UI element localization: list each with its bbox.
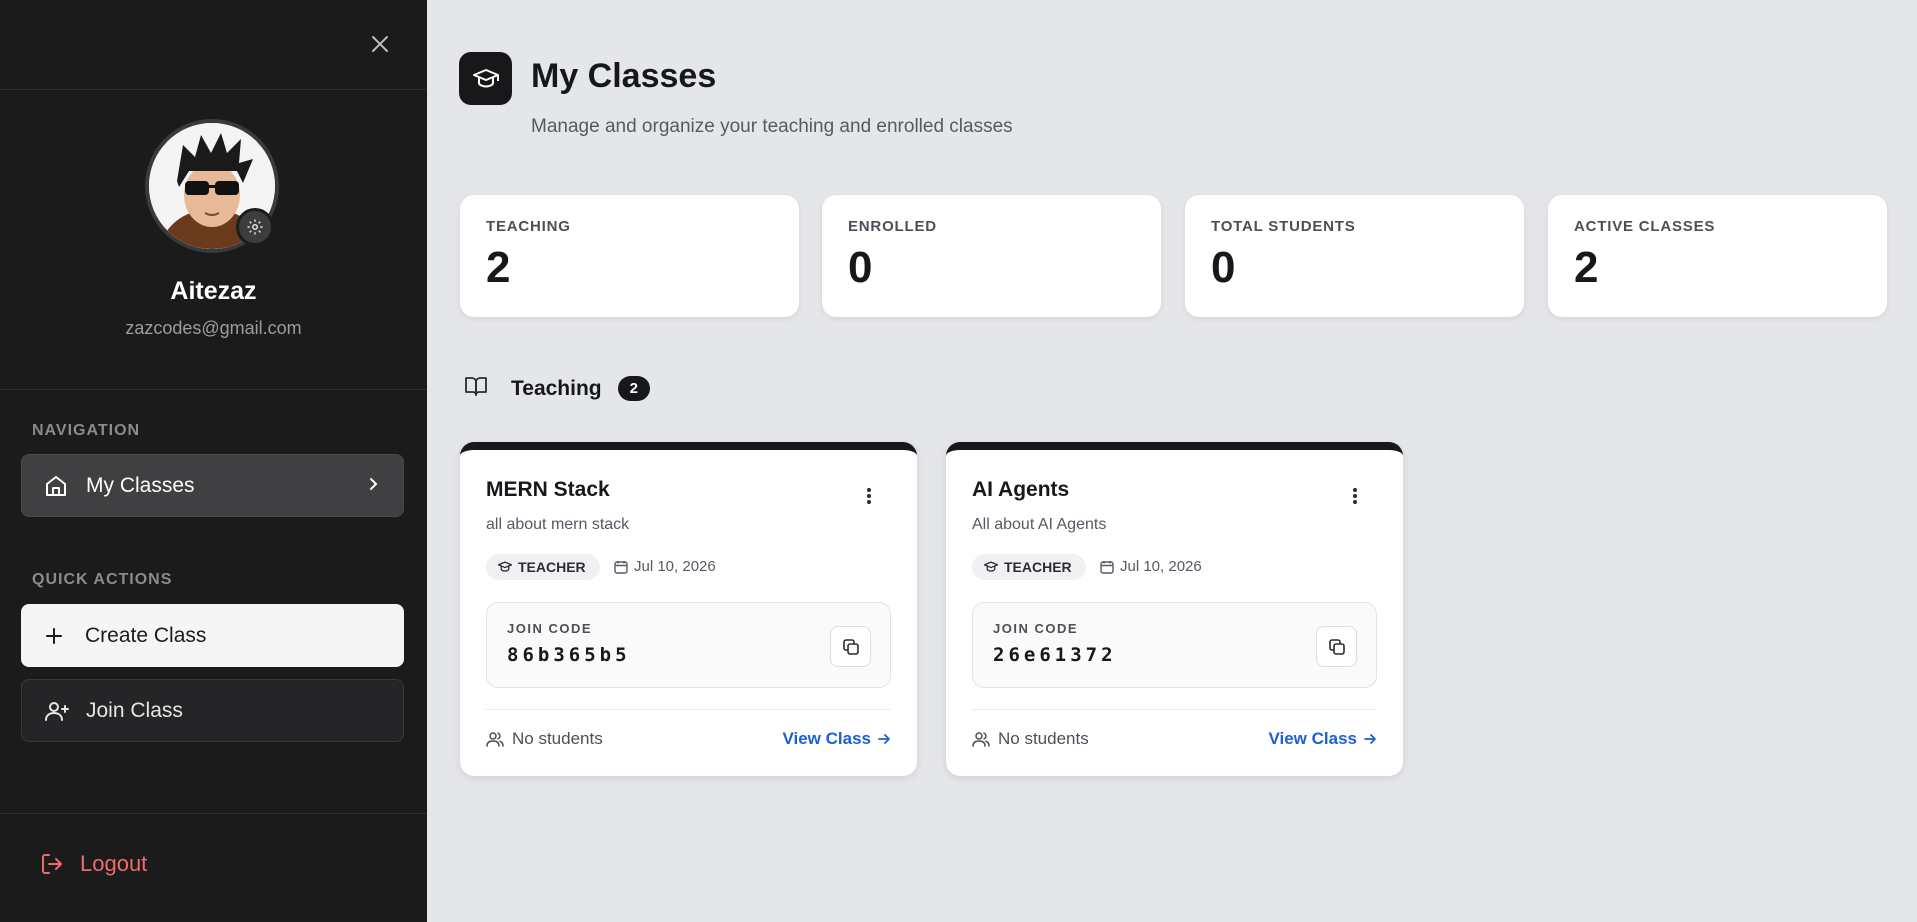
stat-value: 0 bbox=[1211, 243, 1236, 292]
students-label: No students bbox=[512, 729, 603, 748]
arrow-right-icon bbox=[1363, 732, 1377, 746]
sidebar-divider bbox=[0, 813, 427, 814]
close-sidebar-button[interactable] bbox=[364, 28, 396, 60]
date-label: Jul 10, 2026 bbox=[634, 558, 716, 575]
calendar-icon bbox=[614, 560, 628, 574]
sidebar-item-my-classes[interactable]: My Classes bbox=[21, 454, 404, 517]
arrow-right-icon bbox=[877, 732, 891, 746]
join-code-value: 86b365b5 bbox=[507, 644, 631, 666]
copy-icon bbox=[842, 638, 859, 655]
avatar-settings-button[interactable] bbox=[236, 208, 274, 246]
view-class-label: View Class bbox=[1268, 729, 1357, 748]
page-subtitle: Manage and organize your teaching and en… bbox=[531, 116, 1013, 137]
join-code-box: JOIN CODE 86b365b5 bbox=[486, 602, 891, 688]
copy-icon bbox=[1328, 638, 1345, 655]
home-icon bbox=[44, 473, 70, 499]
stat-value: 2 bbox=[1574, 243, 1599, 292]
users-icon bbox=[972, 731, 990, 747]
plus-icon bbox=[43, 623, 69, 649]
gear-icon bbox=[247, 219, 263, 235]
logout-icon bbox=[40, 852, 64, 876]
class-title: AI Agents bbox=[972, 478, 1070, 501]
role-label: TEACHER bbox=[1004, 559, 1072, 575]
view-class-label: View Class bbox=[782, 729, 871, 748]
class-description: All about AI Agents bbox=[972, 516, 1107, 533]
navigation-heading: NAVIGATION bbox=[32, 422, 141, 439]
copy-code-button[interactable] bbox=[830, 626, 871, 667]
stat-value: 0 bbox=[848, 243, 873, 292]
join-code-value: 26e61372 bbox=[993, 644, 1117, 666]
user-name: Aitezaz bbox=[170, 277, 257, 305]
sidebar: Aitezaz zazcodes@gmail.com NAVIGATION My… bbox=[0, 0, 427, 922]
page-title: My Classes bbox=[531, 57, 717, 95]
card-divider bbox=[972, 709, 1377, 710]
class-date: Jul 10, 2026 bbox=[614, 558, 716, 575]
graduation-cap-icon bbox=[984, 561, 998, 573]
more-vertical-icon bbox=[867, 488, 871, 504]
student-count: No students bbox=[486, 729, 603, 749]
stat-label: TEACHING bbox=[486, 218, 571, 235]
role-label: TEACHER bbox=[518, 559, 586, 575]
more-vertical-icon bbox=[1353, 488, 1357, 504]
logout-label: Logout bbox=[80, 851, 148, 876]
stat-card-enrolled: ENROLLED 0 bbox=[822, 195, 1161, 317]
role-badge: TEACHER bbox=[972, 554, 1086, 580]
join-class-label: Join Class bbox=[86, 698, 183, 722]
sidebar-divider bbox=[0, 389, 427, 390]
card-divider bbox=[486, 709, 891, 710]
class-date: Jul 10, 2026 bbox=[1100, 558, 1202, 575]
graduation-cap-icon bbox=[459, 52, 512, 105]
logout-button[interactable]: Logout bbox=[40, 851, 147, 877]
stat-card-total-students: TOTAL STUDENTS 0 bbox=[1185, 195, 1524, 317]
create-class-button[interactable]: Create Class bbox=[21, 604, 404, 667]
role-badge: TEACHER bbox=[486, 554, 600, 580]
class-title: MERN Stack bbox=[486, 478, 610, 501]
stat-label: TOTAL STUDENTS bbox=[1211, 218, 1356, 235]
teaching-section-header: Teaching 2 bbox=[465, 376, 650, 401]
user-plus-icon bbox=[44, 698, 70, 724]
graduation-cap-icon bbox=[498, 561, 512, 573]
stat-value: 2 bbox=[486, 243, 511, 292]
section-title: Teaching bbox=[511, 376, 602, 400]
count-badge: 2 bbox=[617, 376, 650, 401]
user-email: zazcodes@gmail.com bbox=[125, 318, 302, 338]
view-class-link[interactable]: View Class bbox=[1268, 729, 1377, 749]
stat-label: ENROLLED bbox=[848, 218, 937, 235]
stat-label: ACTIVE CLASSES bbox=[1574, 218, 1716, 235]
more-options-button[interactable] bbox=[1343, 484, 1367, 508]
student-count: No students bbox=[972, 729, 1089, 749]
more-options-button[interactable] bbox=[857, 484, 881, 508]
stat-card-teaching: TEACHING 2 bbox=[460, 195, 799, 317]
sidebar-divider bbox=[0, 89, 427, 90]
chevron-right-icon bbox=[365, 474, 381, 498]
join-code-label: JOIN CODE bbox=[507, 621, 593, 636]
stat-card-active-classes: ACTIVE CLASSES 2 bbox=[1548, 195, 1887, 317]
book-open-icon bbox=[465, 376, 487, 401]
students-label: No students bbox=[998, 729, 1089, 748]
class-card[interactable]: MERN Stack all about mern stack TEACHER … bbox=[460, 442, 917, 776]
quick-actions-heading: QUICK ACTIONS bbox=[32, 571, 173, 588]
date-label: Jul 10, 2026 bbox=[1120, 558, 1202, 575]
class-description: all about mern stack bbox=[486, 516, 630, 533]
sidebar-item-label: My Classes bbox=[86, 473, 195, 497]
close-icon bbox=[372, 36, 388, 52]
create-class-label: Create Class bbox=[85, 623, 207, 647]
join-class-button[interactable]: Join Class bbox=[21, 679, 404, 742]
join-code-box: JOIN CODE 26e61372 bbox=[972, 602, 1377, 688]
view-class-link[interactable]: View Class bbox=[782, 729, 891, 749]
join-code-label: JOIN CODE bbox=[993, 621, 1079, 636]
calendar-icon bbox=[1100, 560, 1114, 574]
users-icon bbox=[486, 731, 504, 747]
copy-code-button[interactable] bbox=[1316, 626, 1357, 667]
avatar[interactable] bbox=[145, 119, 279, 253]
class-card[interactable]: AI Agents All about AI Agents TEACHER Ju… bbox=[946, 442, 1403, 776]
